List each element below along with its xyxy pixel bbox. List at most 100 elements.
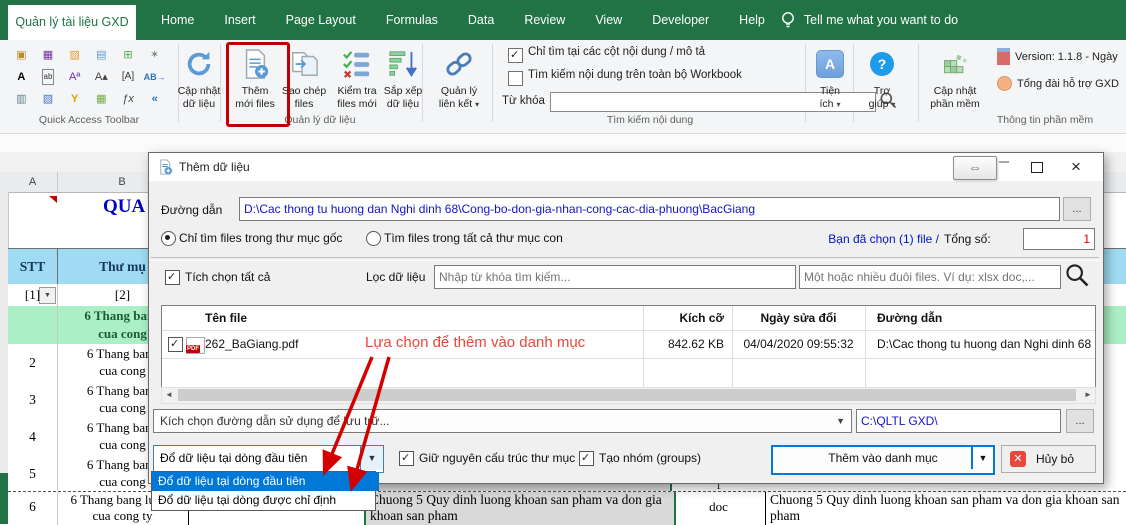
org-chart-icon[interactable]: ⊞: [123, 48, 132, 62]
cell-content[interactable]: Chuong 5 Quy dinh luong khoan san pham v…: [765, 492, 1126, 525]
ribbon: ▣ ▦ ▨ ▤ ⊞ ✶ A ab Aª A▴ [A] AB→ ▥ ▧ Y ▦ ƒ…: [0, 40, 1126, 134]
column-header-size[interactable]: Kích cỡ: [562, 306, 724, 330]
cell-stt[interactable]: 4: [8, 418, 58, 455]
help-button[interactable]: ? Trợgiúp: [860, 43, 904, 129]
maximize-button[interactable]: [1022, 156, 1052, 178]
tab-review[interactable]: Review: [509, 13, 580, 27]
checkbox-select-all[interactable]: [165, 270, 180, 285]
total-count-field[interactable]: 1: [1023, 228, 1095, 250]
cancel-button[interactable]: ✕ Hủy bỏ: [1001, 445, 1096, 473]
row-checkbox[interactable]: [168, 337, 183, 352]
cell-selected-content[interactable]: Chuong 5 Quy dinh luong khoan san pham v…: [364, 492, 676, 525]
checkbox-create-groups-label: Tạo nhóm (groups): [599, 451, 701, 465]
formula-bar[interactable]: [0, 133, 1126, 153]
hotline-info[interactable]: Tổng đài hỗ trợ GXD: [997, 76, 1119, 91]
refresh-data-button[interactable]: Cập nhậtdữ liệu: [177, 43, 221, 129]
table-insert-icon[interactable]: ▧: [43, 92, 53, 106]
filter-keyword-input[interactable]: [434, 265, 796, 289]
scrollbar-thumb[interactable]: [178, 389, 1076, 401]
row-file-modified: 04/04/2020 09:55:32: [732, 330, 865, 358]
horizontal-scrollbar[interactable]: ◄ ►: [161, 387, 1096, 404]
tab-developer[interactable]: Developer: [637, 13, 724, 27]
row-mode-dropdown-list: Đổ dữ liệu tại dòng đầu tiên Đổ dữ liệu …: [151, 471, 376, 511]
search-files-icon[interactable]: [1063, 261, 1091, 294]
minimize-button[interactable]: [999, 161, 1009, 163]
tab-insert[interactable]: Insert: [209, 13, 270, 27]
new-file-icon[interactable]: ▤: [96, 48, 106, 62]
column-header-path[interactable]: Đường dẫn: [877, 306, 942, 330]
add-to-catalog-button[interactable]: Thêm vào danh mục ▼: [771, 445, 995, 475]
chevron-down-icon: [836, 98, 840, 110]
column-header-a[interactable]: A: [8, 172, 58, 192]
scroll-left-icon[interactable]: ◄: [162, 389, 176, 401]
checkbox-create-groups[interactable]: [579, 451, 594, 466]
cell-doc-type[interactable]: doc: [672, 492, 765, 525]
dialog-title-bar[interactable]: Thêm dữ liệu ⇔ ×: [149, 153, 1103, 181]
browse-storage-button[interactable]: ...: [1066, 409, 1094, 433]
tell-me-box[interactable]: Tell me what you want to do: [780, 11, 958, 29]
font-size-icon[interactable]: A▴: [95, 70, 108, 84]
tab-help[interactable]: Help: [724, 13, 780, 27]
storage-path-dropdown[interactable]: Kích chọn đường dẫn sử dụng để lưu trữ..…: [153, 409, 852, 433]
tab-data[interactable]: Data: [453, 13, 509, 27]
storage-path-input[interactable]: [856, 409, 1061, 433]
lightbulb-icon: [780, 11, 796, 29]
filter-icon[interactable]: Y: [71, 92, 78, 106]
update-software-icon: [922, 43, 988, 85]
manage-links-button[interactable]: Quản lýliên kết: [428, 43, 490, 129]
chevron-down-icon[interactable]: ▼: [971, 447, 993, 469]
briefcase-search-icon[interactable]: ▣: [16, 48, 26, 62]
group-label-info: Thông tin phần mềm: [965, 114, 1125, 126]
radio-subfolders[interactable]: [366, 231, 381, 246]
open-folder-icon[interactable]: ▨: [69, 48, 79, 62]
add-data-dialog: Thêm dữ liệu ⇔ × Đường dẫn ... Chỉ tìm f…: [148, 152, 1104, 484]
wrench-icon[interactable]: ✶: [150, 48, 159, 62]
checkbox-keep-structure[interactable]: [399, 451, 414, 466]
back-arrow-icon[interactable]: «: [152, 92, 158, 106]
dropdown-option-specified-row[interactable]: Đổ dữ liệu tại dòng được chỉ định: [152, 491, 379, 510]
dropdown-option-first-row[interactable]: Đổ dữ liệu tại dòng đầu tiên: [152, 472, 379, 491]
table-grid-icon[interactable]: ▦: [96, 92, 106, 106]
pdf-file-icon: [186, 337, 205, 354]
resize-button[interactable]: ⇔: [953, 156, 997, 180]
path-input[interactable]: [239, 197, 1060, 221]
cell-stt[interactable]: 6: [8, 492, 58, 525]
tab-formulas[interactable]: Formulas: [371, 13, 453, 27]
close-button[interactable]: ×: [1059, 154, 1093, 180]
checkbox-select-all-label: Tích chọn tất cả: [185, 270, 270, 284]
tab-quan-ly-tai-lieu-gxd[interactable]: Quản lý tài liệu GXD: [8, 5, 136, 40]
chevron-down-icon: [891, 98, 895, 110]
function-fx-icon[interactable]: ƒx: [122, 92, 134, 106]
chevron-down-icon: ▼: [836, 410, 845, 432]
radio-root-folder-label: Chỉ tìm files trong thư mục gốc: [179, 231, 342, 245]
scroll-right-icon[interactable]: ►: [1081, 389, 1095, 401]
file-extension-input[interactable]: [799, 265, 1061, 289]
tab-page-layout[interactable]: Page Layout: [271, 13, 371, 27]
column-header-modified[interactable]: Ngày sửa đổi: [732, 306, 865, 330]
utilities-button[interactable]: A Tiệních: [810, 43, 850, 129]
cell-group-a[interactable]: [8, 306, 58, 344]
browse-path-button[interactable]: ...: [1063, 197, 1091, 221]
cell-stt[interactable]: 5: [8, 455, 58, 492]
tab-view[interactable]: View: [580, 13, 637, 27]
bold-a-icon[interactable]: A: [17, 70, 25, 84]
cell-stt[interactable]: 3: [8, 381, 58, 418]
checkbox-search-columns[interactable]: [508, 48, 523, 63]
chevron-down-icon[interactable]: ▼: [360, 446, 383, 470]
font-style-icon[interactable]: Aª: [69, 70, 80, 84]
tab-home[interactable]: Home: [146, 13, 209, 27]
textbox-icon[interactable]: ab: [42, 69, 55, 85]
keyword-label: Từ khóa: [502, 95, 545, 107]
filter-dropdown-icon[interactable]: ▼: [39, 287, 56, 304]
translate-icon[interactable]: AB→: [144, 70, 166, 84]
select-text-icon[interactable]: [A]: [122, 70, 134, 84]
table-search-icon[interactable]: ▥: [16, 92, 26, 106]
cell-stt[interactable]: 2: [8, 344, 58, 381]
save-icon[interactable]: ▦: [43, 48, 53, 62]
radio-root-folder[interactable]: [161, 231, 176, 246]
row-divider: [162, 358, 1095, 359]
row-mode-combobox[interactable]: Đổ dữ liệu tại dòng đầu tiên ▼: [153, 445, 384, 473]
column-header-name[interactable]: Tên file: [205, 306, 247, 330]
checkbox-search-workbook[interactable]: [508, 71, 523, 86]
cell-stt-header[interactable]: STT: [8, 249, 58, 284]
